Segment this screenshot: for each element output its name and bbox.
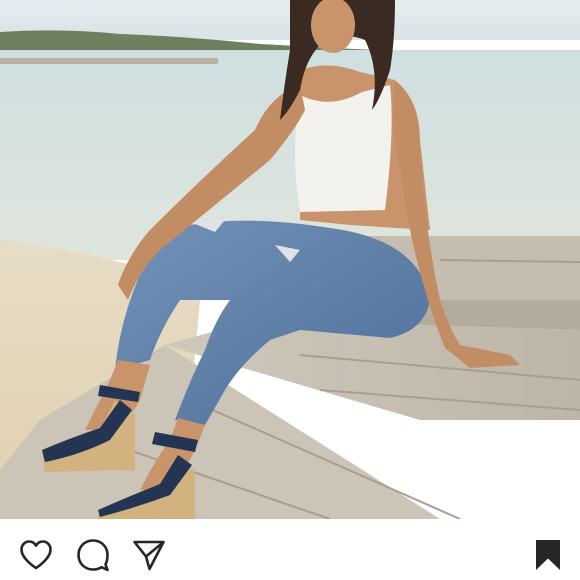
speech-bubble-icon (77, 539, 109, 572)
distant-pier (0, 58, 218, 64)
post-action-bar (0, 519, 580, 580)
comment-button[interactable] (75, 537, 111, 573)
heart-outline-icon (20, 540, 52, 570)
save-button[interactable] (530, 537, 566, 573)
post-photo[interactable] (0, 0, 580, 519)
instagram-post (0, 0, 580, 580)
share-button[interactable] (131, 537, 167, 573)
bookmark-icon (536, 540, 560, 570)
white-crop-top (295, 85, 392, 212)
like-button[interactable] (18, 537, 54, 573)
paper-plane-icon (133, 540, 165, 571)
photo-scene (0, 0, 580, 519)
